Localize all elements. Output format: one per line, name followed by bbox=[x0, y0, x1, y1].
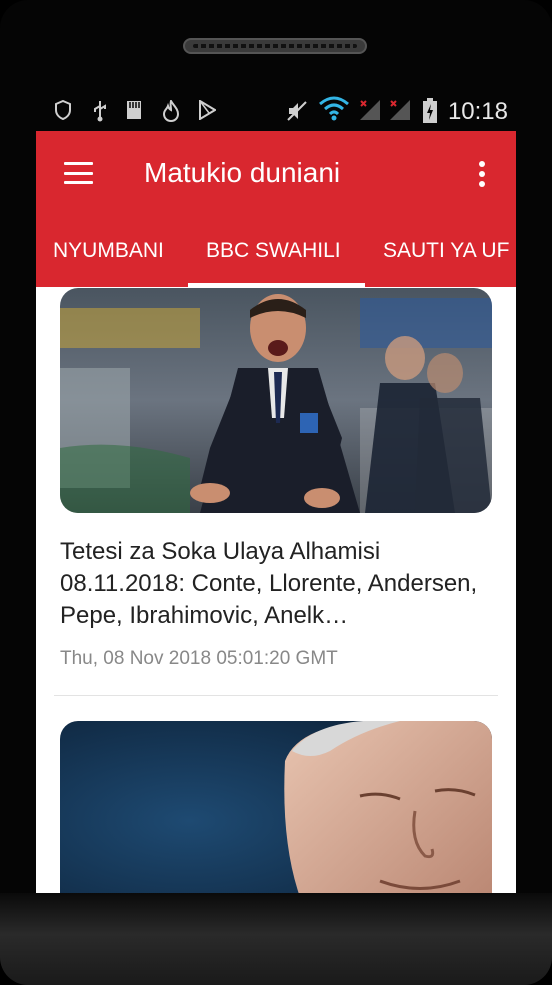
usb-icon bbox=[92, 100, 108, 127]
mute-icon bbox=[286, 100, 308, 127]
divider bbox=[54, 695, 498, 696]
tab-indicator bbox=[188, 283, 365, 287]
status-bar: 10:18 bbox=[36, 94, 516, 130]
article-date: Thu, 08 Nov 2018 05:01:20 GMT bbox=[60, 648, 338, 669]
app-bar: Matukio duniani NYUMBANI BBC SWAHILI SAU… bbox=[36, 131, 516, 287]
status-time: 10:18 bbox=[447, 98, 508, 125]
app-title: Matukio duniani bbox=[144, 157, 341, 188]
tab-sauti-ya-uf[interactable]: SAUTI YA UF bbox=[383, 239, 509, 263]
signal-icon bbox=[358, 98, 382, 127]
article-image[interactable] bbox=[60, 288, 492, 513]
app-screen: Matukio duniani NYUMBANI BBC SWAHILI SAU… bbox=[36, 131, 516, 893]
signal-icon bbox=[388, 98, 412, 127]
sdcard-icon bbox=[126, 100, 142, 125]
wifi-icon bbox=[318, 96, 350, 127]
tab-bbc-swahili[interactable]: BBC SWAHILI bbox=[206, 239, 341, 263]
tab-bar: NYUMBANI BBC SWAHILI SAUTI YA UF bbox=[36, 219, 516, 287]
speaker-grille bbox=[183, 38, 367, 54]
phone-chin bbox=[0, 893, 552, 985]
article-title[interactable]: Tetesi za Soka Ulaya Alhamisi 08.11.2018… bbox=[60, 536, 496, 632]
play-icon bbox=[198, 99, 217, 125]
shield-icon bbox=[54, 99, 72, 125]
tab-nyumbani[interactable]: NYUMBANI bbox=[53, 239, 164, 263]
more-vert-icon[interactable] bbox=[476, 161, 488, 189]
hamburger-menu-icon[interactable] bbox=[64, 162, 93, 184]
article-image[interactable] bbox=[60, 721, 492, 893]
phone-frame: 10:18 Matukio duniani NYUMBANI BBC SWAHI… bbox=[0, 0, 552, 985]
battery-icon bbox=[422, 98, 438, 129]
flame-icon bbox=[162, 98, 180, 127]
